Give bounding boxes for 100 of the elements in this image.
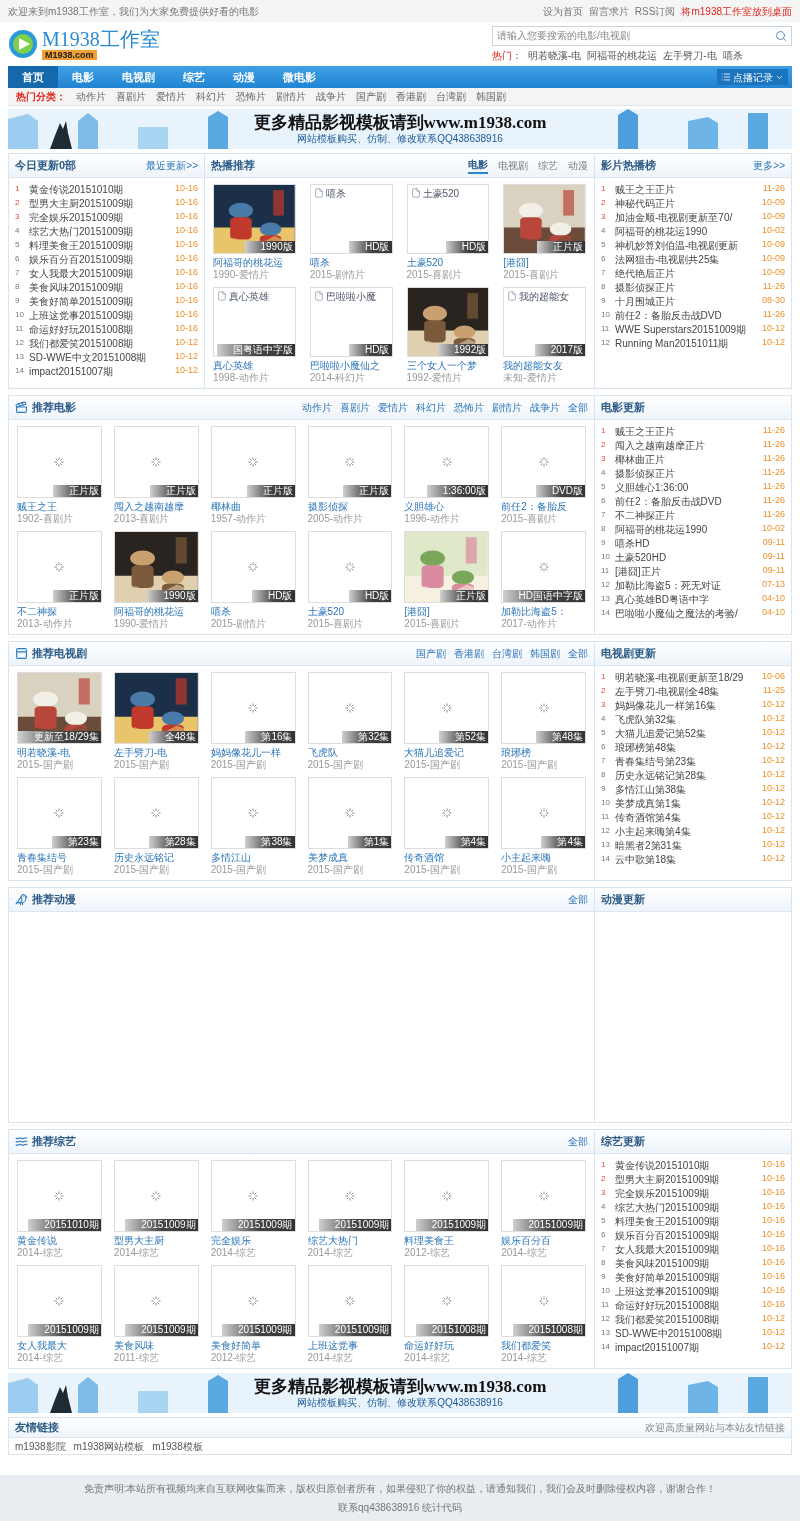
list-item-link[interactable]: 娱乐百分百20151009期 xyxy=(615,1227,762,1243)
list-item-link[interactable]: 前任2：备胎反击战DVD xyxy=(615,307,763,323)
list-item-link[interactable]: 美食好简单20151009期 xyxy=(29,293,175,309)
title-link[interactable]: 传奇酒馆 xyxy=(404,851,490,864)
list-item-link[interactable]: impact20151007期 xyxy=(615,1339,762,1355)
poster-frame[interactable]: 第1集 xyxy=(307,777,393,849)
poster-frame[interactable]: 20151008期 xyxy=(501,1265,586,1337)
title-link[interactable]: 美梦成真 xyxy=(307,851,393,864)
category-tab[interactable]: 综艺 xyxy=(538,157,558,174)
category-link[interactable]: 科幻片 xyxy=(196,89,226,104)
poster-frame[interactable]: 正片版 xyxy=(17,426,102,498)
poster-frame[interactable]: 20151009期 xyxy=(113,1160,199,1232)
title-link[interactable]: 嘻杀 xyxy=(210,605,296,618)
list-item-link[interactable]: 美食风味20151009期 xyxy=(29,279,175,295)
category-tab[interactable]: 电影 xyxy=(468,157,488,174)
title-link[interactable]: 摄影侦探 xyxy=(307,500,393,513)
list-item-link[interactable]: 大猫儿追爱记第52集 xyxy=(615,725,762,741)
poster-frame[interactable]: 20151009期 xyxy=(210,1160,296,1232)
poster-frame[interactable]: 20151009期 xyxy=(307,1160,393,1232)
list-item-link[interactable]: 传奇酒馆第4集 xyxy=(615,809,762,825)
more-link[interactable]: 更多>> xyxy=(753,158,785,173)
friend-link[interactable]: m1938网站模板 xyxy=(73,1438,145,1454)
list-item-link[interactable]: 我们都爱笑20151008期 xyxy=(29,335,175,351)
category-tab[interactable]: 动漫 xyxy=(568,157,588,174)
filter-link[interactable]: 全部 xyxy=(568,1134,588,1149)
list-item-link[interactable]: 巴啦啦小魔仙之魔法的考验/ xyxy=(615,605,762,621)
list-item-link[interactable]: 云中歌第18集 xyxy=(615,851,762,867)
poster-frame[interactable]: 1990版 xyxy=(113,531,199,603)
title-link[interactable]: 不二神探 xyxy=(17,605,102,618)
list-item-link[interactable]: 土豪520HD xyxy=(615,549,763,565)
title-link[interactable]: 前任2：备胎反 xyxy=(501,500,586,513)
title-link[interactable]: 我的超能女友 xyxy=(503,359,586,372)
list-item-link[interactable]: 妈妈像花儿一样第16集 xyxy=(615,697,762,713)
top-link[interactable]: 设为首页 xyxy=(542,3,583,19)
filter-link[interactable]: 恐怖片 xyxy=(454,400,484,415)
title-link[interactable]: 完全娱乐 xyxy=(210,1234,296,1247)
poster-frame[interactable]: 正片版 xyxy=(17,531,102,603)
title-link[interactable]: 明若晓溪-电 xyxy=(17,746,102,759)
list-item-link[interactable]: 我们都爱笑20151008期 xyxy=(615,1311,762,1327)
category-link[interactable]: 剧情片 xyxy=(276,89,306,104)
list-item-link[interactable]: 神机妙算刘伯温-电视剧更新 xyxy=(615,237,762,253)
filter-link[interactable]: 全部 xyxy=(568,892,588,907)
filter-link[interactable]: 韩国剧 xyxy=(530,646,560,661)
list-item-link[interactable]: 多情江山第38集 xyxy=(615,781,762,797)
list-item-link[interactable]: 暗黑者2第31集 xyxy=(615,837,762,853)
category-link[interactable]: 韩国剧 xyxy=(476,89,506,104)
title-link[interactable]: 三个女人一个梦 xyxy=(406,359,490,372)
poster-frame[interactable]: 20151008期 xyxy=(404,1265,490,1337)
filter-link[interactable]: 战争片 xyxy=(530,400,560,415)
list-item-link[interactable]: 真心英雄BD粤语中字 xyxy=(615,591,762,607)
poster-frame[interactable]: 20151009期 xyxy=(307,1265,393,1337)
search-input[interactable]: 请输入您要搜索的电影/电视剧 xyxy=(497,28,775,43)
poster-frame[interactable]: 正片版 xyxy=(307,426,393,498)
title-link[interactable]: 巴啦啦小魔仙之 xyxy=(309,359,393,372)
poster-frame[interactable]: 全48集 xyxy=(113,672,199,744)
poster-frame[interactable]: 第4集 xyxy=(404,777,490,849)
list-item-link[interactable]: SD-WWE中20151008期 xyxy=(615,1325,762,1341)
poster-frame[interactable]: 第28集 xyxy=(113,777,199,849)
list-item-link[interactable]: 左手劈刀-电视剧全48集 xyxy=(615,683,763,699)
poster-frame[interactable]: 正片版 xyxy=(404,531,490,603)
filter-link[interactable]: 国产剧 xyxy=(416,646,446,661)
list-item-link[interactable]: 型男大主厨20151009期 xyxy=(29,195,175,211)
list-item-link[interactable]: 黄金传说20151010期 xyxy=(615,1157,762,1173)
title-link[interactable]: 嘻杀 xyxy=(309,256,393,269)
list-item-link[interactable]: 完全娱乐20151009期 xyxy=(29,209,175,225)
list-item-link[interactable]: 综艺大热门20151009期 xyxy=(615,1199,762,1215)
list-item-link[interactable]: 青春集结号第23集 xyxy=(615,753,762,769)
list-item-link[interactable]: [港囧]正片 xyxy=(615,563,763,579)
list-item-link[interactable]: 女人我最大20151009期 xyxy=(29,265,175,281)
poster-frame[interactable]: 第4集 xyxy=(501,777,586,849)
filter-link[interactable]: 喜剧片 xyxy=(340,400,370,415)
list-item-link[interactable]: 飞虎队第32集 xyxy=(615,711,762,727)
category-link[interactable]: 动作片 xyxy=(76,89,106,104)
list-item-link[interactable]: 贼王之王正片 xyxy=(615,181,763,197)
title-link[interactable]: 型男大主厨 xyxy=(113,1234,199,1247)
title-link[interactable]: 土豪520 xyxy=(307,605,393,618)
poster-frame[interactable]: DVD版 xyxy=(501,426,586,498)
poster-frame[interactable]: 真心英雄 国粤语中字版 xyxy=(213,287,296,357)
category-link[interactable]: 战争片 xyxy=(316,89,346,104)
poster-frame[interactable]: 我的超能女 2017版 xyxy=(503,287,586,357)
list-item-link[interactable]: 美食好简单20151009期 xyxy=(615,1269,762,1285)
category-link[interactable]: 香港剧 xyxy=(396,89,426,104)
category-link[interactable]: 喜剧片 xyxy=(116,89,146,104)
poster-frame[interactable]: HD版 xyxy=(210,531,296,603)
list-item-link[interactable]: 不二神探正片 xyxy=(615,507,763,523)
hot-search-link[interactable]: 左手劈刀-电 xyxy=(663,47,717,63)
poster-frame[interactable]: 第23集 xyxy=(17,777,102,849)
title-link[interactable]: 加勒比海盗5： xyxy=(501,605,586,618)
filter-link[interactable]: 全部 xyxy=(568,400,588,415)
list-item-link[interactable]: 十月围城正片 xyxy=(615,293,762,309)
top-link[interactable]: 将m1938工作室放到桌面 xyxy=(681,3,792,19)
title-link[interactable]: 贼王之王 xyxy=(17,500,102,513)
title-link[interactable]: 历史永远铭记 xyxy=(113,851,199,864)
list-item-link[interactable]: 娱乐百分百20151009期 xyxy=(29,251,175,267)
poster-frame[interactable]: 更新至18/29集 xyxy=(17,672,102,744)
title-link[interactable]: 左手劈刀-电 xyxy=(113,746,199,759)
title-link[interactable]: 琅琊榜 xyxy=(501,746,586,759)
poster-frame[interactable]: 土豪520 HD版 xyxy=(406,184,490,254)
poster-frame[interactable]: 20151010期 xyxy=(17,1160,102,1232)
list-item-link[interactable]: 命运好好玩20151008期 xyxy=(615,1297,762,1313)
